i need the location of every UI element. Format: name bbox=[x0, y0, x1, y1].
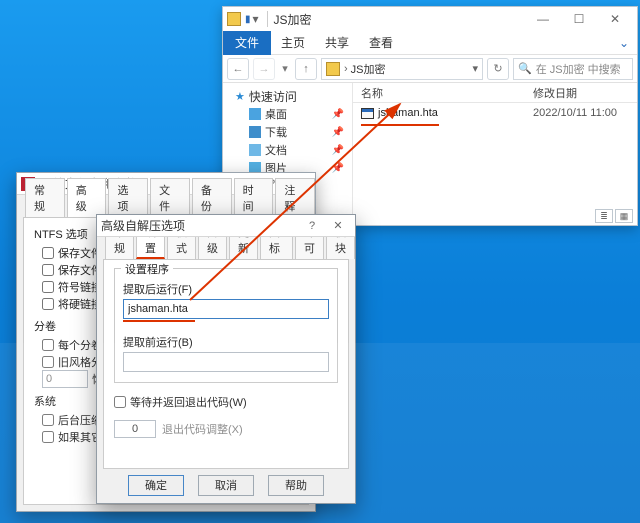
nav-history-button[interactable]: ▾ bbox=[279, 58, 291, 80]
nav-up-button[interactable]: ↑ bbox=[295, 58, 317, 80]
ok-button[interactable]: 确定 bbox=[128, 475, 184, 496]
dialog-close-button[interactable]: ✕ bbox=[325, 218, 351, 234]
ribbon-menu: 文件 主页 共享 查看 ⌄ bbox=[223, 31, 637, 55]
tab-sfx-adv[interactable]: 高级 bbox=[198, 237, 227, 259]
maximize-button[interactable]: ☐ bbox=[561, 9, 597, 29]
download-icon bbox=[249, 126, 261, 138]
run-before-label: 提取前运行(B) bbox=[123, 334, 329, 350]
search-placeholder: 在 JS加密 中搜索 bbox=[536, 61, 621, 77]
tab-sfx-general[interactable]: 常规 bbox=[105, 237, 134, 259]
sfx-dialog-title: 高级自解压选项 bbox=[101, 217, 185, 234]
pin-icon: 📌 bbox=[332, 127, 344, 138]
tab-files[interactable]: 文件 bbox=[150, 178, 190, 217]
dialog-button-row: 确定 取消 帮助 bbox=[97, 471, 355, 499]
view-details-button[interactable]: ≣ bbox=[595, 209, 613, 223]
chevron-right-icon: › bbox=[344, 63, 348, 75]
tab-sfx-mode[interactable]: 模式 bbox=[167, 237, 196, 259]
file-modified: 2022/10/11 11:00 bbox=[533, 103, 637, 123]
exit-code-label: 退出代码调整(X) bbox=[162, 421, 243, 437]
tab-general[interactable]: 常规 bbox=[25, 178, 65, 217]
pin-icon: 📌 bbox=[332, 163, 344, 174]
hta-file-icon bbox=[361, 108, 374, 119]
run-after-input[interactable] bbox=[123, 299, 329, 319]
star-icon: ★ bbox=[235, 90, 245, 103]
search-input[interactable]: 🔍 在 JS加密 中搜索 bbox=[513, 58, 633, 80]
refresh-button[interactable]: ↻ bbox=[487, 58, 509, 80]
col-modified[interactable]: 修改日期 bbox=[533, 83, 637, 102]
breadcrumb-dropdown-icon[interactable]: ▾ bbox=[472, 62, 478, 75]
run-after-label: 提取后运行(F) bbox=[123, 281, 329, 297]
restore-vol-input[interactable]: 0 bbox=[42, 370, 88, 388]
nav-documents-label: 文档 bbox=[265, 142, 287, 158]
window-title: JS加密 bbox=[274, 11, 312, 28]
tab-time[interactable]: 时间 bbox=[234, 178, 274, 217]
desktop-icon bbox=[249, 108, 261, 120]
pin-icon: 📌 bbox=[332, 145, 344, 156]
sfx-options-dialog: 高级自解压选项 ? ✕ 常规 设置 模式 高级 更新 文本和图标 许可 模块 设… bbox=[96, 214, 356, 504]
tab-sfx-module[interactable]: 模块 bbox=[326, 237, 355, 259]
nav-quick-label: 快速访问 bbox=[249, 88, 297, 105]
view-icons-button[interactable]: ▦ bbox=[615, 209, 633, 223]
tab-home[interactable]: 主页 bbox=[271, 31, 315, 55]
setup-group-legend: 设置程序 bbox=[121, 261, 173, 277]
sfx-dialog-titlebar[interactable]: 高级自解压选项 ? ✕ bbox=[97, 215, 355, 237]
close-button[interactable]: ✕ bbox=[597, 9, 633, 29]
setup-program-group: 设置程序 提取后运行(F) 提取前运行(B) bbox=[114, 268, 338, 383]
exit-code-input[interactable]: 0 bbox=[114, 420, 156, 438]
nav-forward-button[interactable]: → bbox=[253, 58, 275, 80]
breadcrumb-text: JS加密 bbox=[351, 61, 386, 77]
tab-comment[interactable]: 注释 bbox=[275, 178, 315, 217]
sfx-tabs: 常规 设置 模式 高级 更新 文本和图标 许可 模块 bbox=[97, 237, 355, 259]
cb-wait-exit[interactable]: 等待并返回退出代码(W) bbox=[114, 393, 247, 410]
tab-sfx-texticon[interactable]: 文本和图标 bbox=[260, 237, 293, 259]
folder-icon bbox=[227, 12, 241, 26]
pin-icon: 📌 bbox=[332, 109, 344, 120]
minimize-button[interactable]: — bbox=[525, 9, 561, 29]
document-icon bbox=[249, 144, 261, 156]
dialog-help-button[interactable]: ? bbox=[299, 218, 325, 234]
titlebar-dropdown-icon[interactable]: ▾ bbox=[253, 12, 259, 26]
titlebar-divider bbox=[267, 11, 268, 27]
tab-view[interactable]: 查看 bbox=[359, 31, 403, 55]
tab-options[interactable]: 选项 bbox=[108, 178, 148, 217]
annotation-underline bbox=[123, 320, 195, 322]
ribbon-expand-icon[interactable]: ⌄ bbox=[619, 36, 629, 50]
nav-desktop[interactable]: 桌面 📌 bbox=[223, 105, 352, 123]
tab-sfx-update[interactable]: 更新 bbox=[229, 237, 258, 259]
search-icon: 🔍 bbox=[518, 62, 532, 75]
file-row[interactable]: jshaman.hta 2022/10/11 11:00 bbox=[353, 103, 637, 123]
col-name[interactable]: 名称 bbox=[353, 83, 533, 102]
nav-back-button[interactable]: ← bbox=[227, 58, 249, 80]
tab-backup[interactable]: 备份 bbox=[192, 178, 232, 217]
file-list: 名称 修改日期 jshaman.hta 2022/10/11 11:00 ssi… bbox=[353, 83, 637, 225]
cb-label: 等待并返回退出代码(W) bbox=[130, 394, 247, 410]
explorer-titlebar[interactable]: ▮ ▾ JS加密 — ☐ ✕ bbox=[223, 7, 637, 31]
nav-documents[interactable]: 文档 📌 bbox=[223, 141, 352, 159]
tab-sfx-setup[interactable]: 设置 bbox=[136, 237, 165, 259]
tab-sfx-license[interactable]: 许可 bbox=[295, 237, 324, 259]
cancel-button[interactable]: 取消 bbox=[198, 475, 254, 496]
quick-access-pin-icon: ▮ bbox=[245, 14, 251, 25]
breadcrumb-folder-icon bbox=[326, 62, 340, 76]
nav-quick-access[interactable]: ★ 快速访问 bbox=[223, 87, 352, 105]
sfx-setup-panel: 设置程序 提取后运行(F) 提取前运行(B) 等待并返回退出代码(W) 0 退出… bbox=[103, 259, 349, 469]
nav-desktop-label: 桌面 bbox=[265, 106, 287, 122]
tab-file[interactable]: 文件 bbox=[223, 31, 271, 55]
nav-downloads[interactable]: 下载 📌 bbox=[223, 123, 352, 141]
tab-advanced[interactable]: 高级 bbox=[67, 178, 107, 217]
address-bar[interactable]: › JS加密 ▾ bbox=[321, 58, 483, 80]
annotation-underline bbox=[361, 124, 439, 126]
help-button[interactable]: 帮助 bbox=[268, 475, 324, 496]
nav-downloads-label: 下载 bbox=[265, 124, 287, 140]
run-before-input[interactable] bbox=[123, 352, 329, 372]
tab-share[interactable]: 共享 bbox=[315, 31, 359, 55]
address-bar-row: ← → ▾ ↑ › JS加密 ▾ ↻ 🔍 在 JS加密 中搜索 bbox=[223, 55, 637, 83]
file-name: jshaman.hta bbox=[378, 107, 438, 119]
